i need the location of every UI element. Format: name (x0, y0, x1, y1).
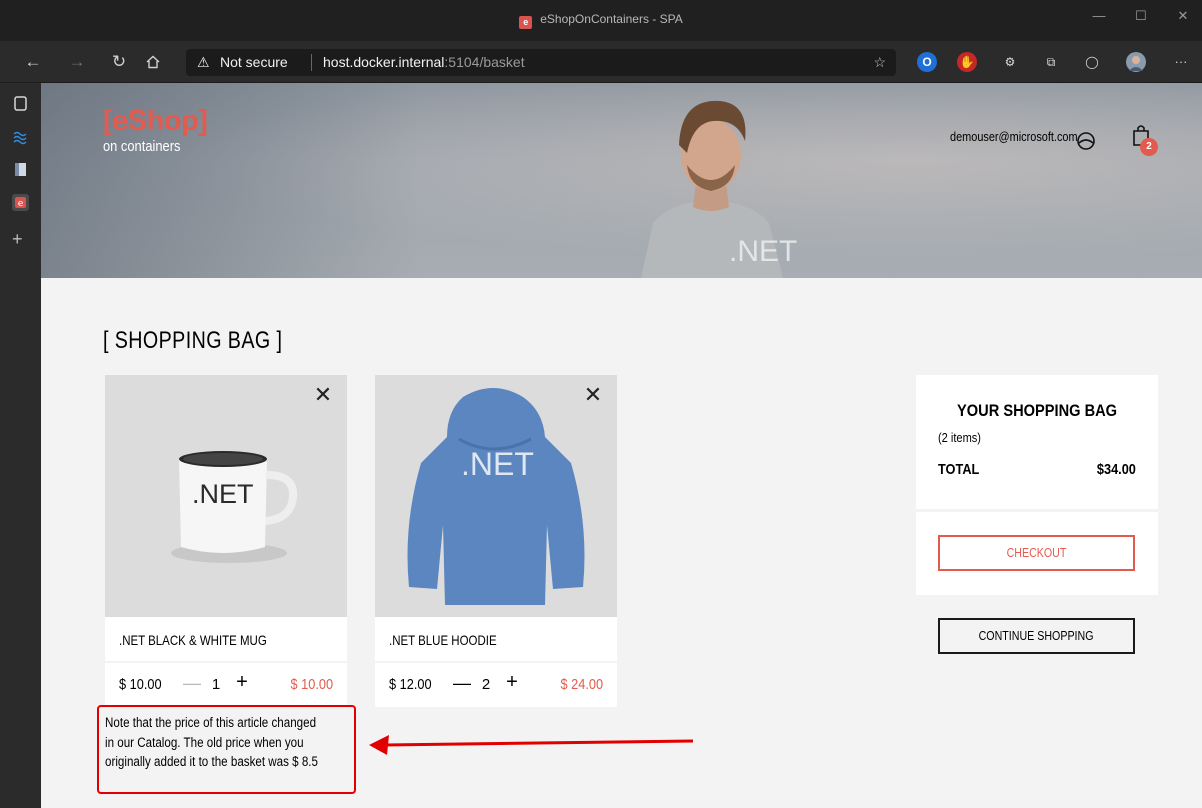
new-tab-plus-icon[interactable]: + (12, 229, 23, 250)
hoodie-print-text: .NET (461, 446, 534, 482)
item-price-row: $ 12.00 — 2 + $ 24.00 (375, 663, 617, 707)
increase-quantity-button[interactable]: + (501, 671, 523, 694)
summary-item-count: (2 items) (938, 430, 981, 445)
warning-triangle-icon: ⚠ (197, 54, 210, 70)
bag-count-badge[interactable]: 2 (1140, 138, 1158, 156)
decrease-quantity-button[interactable]: — (181, 673, 203, 694)
hoodie-image: .NET (407, 388, 585, 605)
back-button[interactable]: ← (20, 50, 46, 74)
address-bar[interactable]: ⚠ Not secure host.docker.internal:5104/b… (186, 49, 896, 76)
maximize-button[interactable]: ☐ (1126, 8, 1156, 24)
web-page: .NET [eShop] on containers demouser@micr… (41, 83, 1202, 808)
item-name: .NET BLACK & WHITE MUG (105, 617, 347, 663)
url-text[interactable]: host.docker.internal:5104/basket (323, 49, 525, 76)
user-email[interactable]: demouser@microsoft.com (950, 129, 1078, 144)
browser-toolbar: ← → ↻ ⚠ Not secure host.docker.internal:… (0, 41, 1202, 83)
annotation-arrow-icon (369, 735, 694, 755)
window-title-text: eShopOnContainers - SPA (540, 12, 683, 26)
basket-item-hoodie: .NET ✕ .NET BLUE HOODIE $ 12.00 — 2 + $ … (375, 375, 617, 707)
window-titlebar: e eShopOnContainers - SPA — ☐ ✕ (0, 0, 1202, 41)
tab-actions-icon[interactable] (12, 95, 29, 112)
eshop-logo[interactable]: [eShop] on containers (103, 105, 208, 155)
url-host: host.docker.internal (323, 54, 445, 70)
home-icon (146, 55, 160, 69)
price-change-note: Note that the price of this article chan… (97, 705, 356, 794)
close-window-button[interactable]: ✕ (1168, 8, 1198, 24)
remove-item-button[interactable]: ✕ (583, 384, 603, 406)
eshop-favicon-icon: e (519, 16, 533, 29)
note-line: in our Catalog. The old price when you (105, 734, 304, 750)
item-unit-price: $ 12.00 (389, 676, 432, 693)
more-menu-button[interactable]: ··· (1168, 50, 1194, 74)
home-button[interactable] (140, 50, 166, 74)
waves-tab-icon[interactable] (12, 128, 29, 145)
minimize-button[interactable]: — (1084, 8, 1114, 23)
note-line: Note that the price of this article chan… (105, 715, 317, 730)
remove-item-button[interactable]: ✕ (313, 384, 333, 406)
address-separator (311, 54, 312, 71)
avatar-icon (1129, 56, 1143, 71)
item-quantity[interactable]: 1 (209, 676, 223, 693)
note-line: originally added it to the basket was $ … (105, 754, 318, 769)
decrease-quantity-button[interactable]: — (451, 673, 473, 694)
continue-shopping-button[interactable]: CONTINUE SHOPPING (938, 618, 1135, 654)
increase-quantity-button[interactable]: + (231, 671, 253, 694)
hero-model-image: .NET (641, 100, 797, 278)
checkout-panel: CHECKOUT (916, 512, 1158, 595)
svg-text:e: e (18, 199, 24, 209)
summary-total-label: TOTAL (938, 461, 980, 478)
item-total-price: $ 24.00 (560, 676, 603, 693)
hero-shirt-text: .NET (729, 235, 797, 268)
hero-banner: .NET [eShop] on containers demouser@micr… (41, 83, 1202, 278)
adblock-icon[interactable]: ✋ (957, 52, 977, 72)
security-label[interactable]: Not secure (220, 49, 288, 76)
docs-tab-icon[interactable] (12, 161, 29, 178)
logo-subtitle: on containers (103, 138, 181, 155)
item-price-row: $ 10.00 — 1 + $ 10.00 (105, 663, 347, 707)
url-path: :5104/basket (444, 54, 525, 70)
collections-icon[interactable]: ⧉ (1041, 52, 1061, 72)
bag-summary-panel: YOUR SHOPPING BAG (2 items) TOTAL $34.00 (916, 375, 1158, 509)
user-menu-icon[interactable] (1076, 131, 1096, 151)
refresh-button[interactable]: ↻ (106, 50, 132, 74)
favorite-star-icon[interactable]: ☆ (873, 49, 886, 76)
window-title: e eShopOnContainers - SPA (0, 12, 1202, 29)
checkout-button[interactable]: CHECKOUT (938, 535, 1135, 571)
item-total-price: $ 10.00 (290, 676, 333, 693)
product-image-hoodie: .NET ✕ (375, 375, 617, 617)
eshop-tab-icon[interactable]: e (12, 194, 29, 211)
mug-print-text: .NET (192, 479, 254, 509)
password-manager-icon[interactable]: O (917, 52, 937, 72)
logo-brand: [eShop] (103, 105, 208, 137)
mug-image: .NET (171, 451, 298, 563)
forward-button[interactable]: → (64, 50, 90, 74)
profile-avatar-icon[interactable] (1126, 52, 1146, 72)
item-name: .NET BLUE HOODIE (375, 617, 617, 663)
summary-total-value: $34.00 (1096, 461, 1136, 478)
product-image-mug: .NET ✕ (105, 375, 347, 617)
item-unit-price: $ 10.00 (119, 676, 162, 693)
extension-icon[interactable]: ⚙ (1000, 52, 1020, 72)
browser-essentials-icon[interactable]: ◯ (1082, 52, 1102, 72)
page-title: [ SHOPPING BAG ] (103, 327, 283, 354)
basket-item-mug: .NET ✕ .NET BLACK & WHITE MUG $ 10.00 — … (105, 375, 347, 707)
summary-title: YOUR SHOPPING BAG (956, 401, 1118, 420)
browser-sidebar: e + (0, 83, 41, 808)
item-quantity[interactable]: 2 (479, 676, 493, 693)
